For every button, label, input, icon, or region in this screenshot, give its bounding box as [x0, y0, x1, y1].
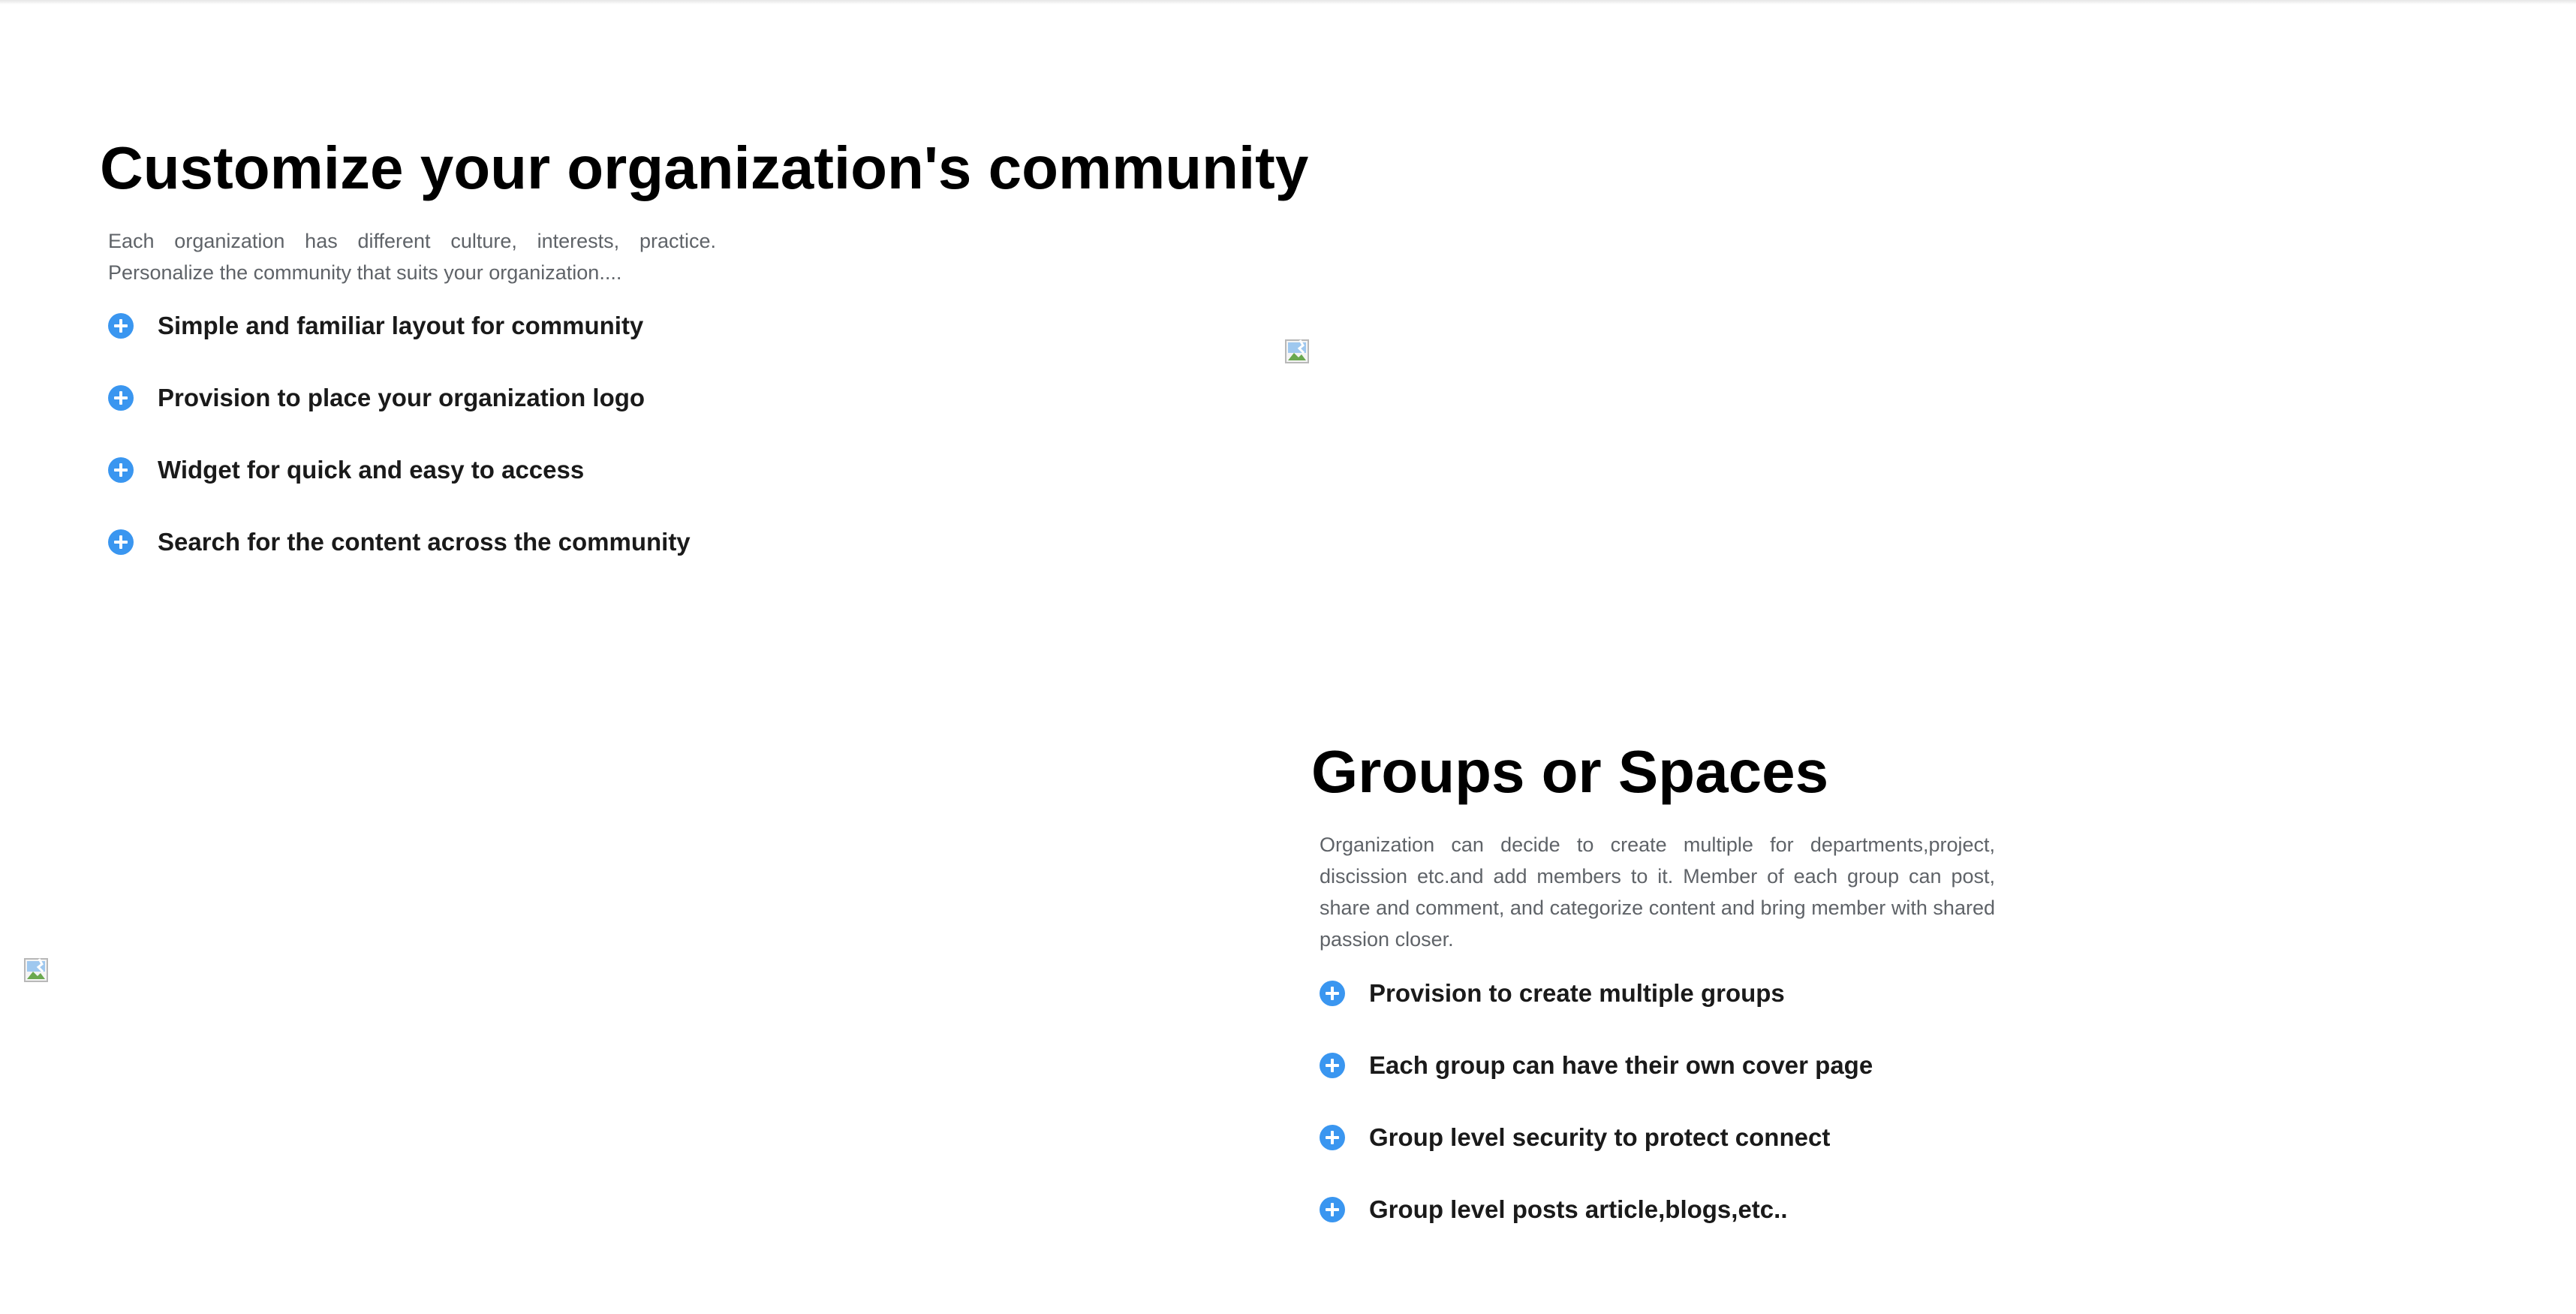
plus-circle-icon: [108, 313, 134, 339]
feature-item: Group level security to protect connect: [1320, 1123, 1830, 1152]
broken-image-icon: [24, 958, 48, 982]
feature-item: Widget for quick and easy to access: [108, 456, 584, 484]
feature-item: Search for the content across the commun…: [108, 528, 691, 556]
broken-image-icon: [1285, 339, 1309, 363]
feature-item: Provision to create multiple groups: [1320, 979, 1785, 1008]
feature-label: Each group can have their own cover page: [1369, 1051, 1873, 1079]
plus-circle-icon: [108, 457, 134, 483]
plus-circle-icon: [1320, 1125, 1345, 1150]
section-description: Each organization has different culture,…: [108, 230, 716, 284]
plus-circle-icon: [1320, 981, 1345, 1006]
feature-label: Group level posts article,blogs,etc..: [1369, 1195, 1788, 1223]
plus-circle-icon: [1320, 1053, 1345, 1078]
feature-label: Widget for quick and easy to access: [158, 456, 585, 484]
plus-circle-icon: [108, 529, 134, 555]
feature-label: Provision to create multiple groups: [1369, 979, 1785, 1007]
feature-item: Each group can have their own cover page: [1320, 1051, 1873, 1080]
plus-circle-icon: [108, 385, 134, 411]
plus-circle-icon: [1320, 1197, 1345, 1222]
section-title: Groups or Spaces: [1311, 738, 1829, 805]
feature-label: Provision to place your organization log…: [158, 384, 646, 411]
feature-item: Group level posts article,blogs,etc..: [1320, 1195, 1788, 1224]
feature-label: Simple and familiar layout for community: [158, 312, 644, 339]
feature-item: Provision to place your organization log…: [108, 384, 645, 412]
feature-item: Simple and familiar layout for community: [108, 312, 643, 340]
section-title: Customize your organization's community: [100, 134, 1309, 201]
groups-spaces-section: Groups or Spaces Organization can decide…: [0, 661, 2576, 1314]
customize-community-section: Customize your organization's community …: [0, 0, 2576, 661]
feature-label: Group level security to protect connect: [1369, 1123, 1831, 1151]
section-description: Organization can decide to create multip…: [1320, 833, 1995, 951]
feature-label: Search for the content across the commun…: [158, 528, 691, 556]
